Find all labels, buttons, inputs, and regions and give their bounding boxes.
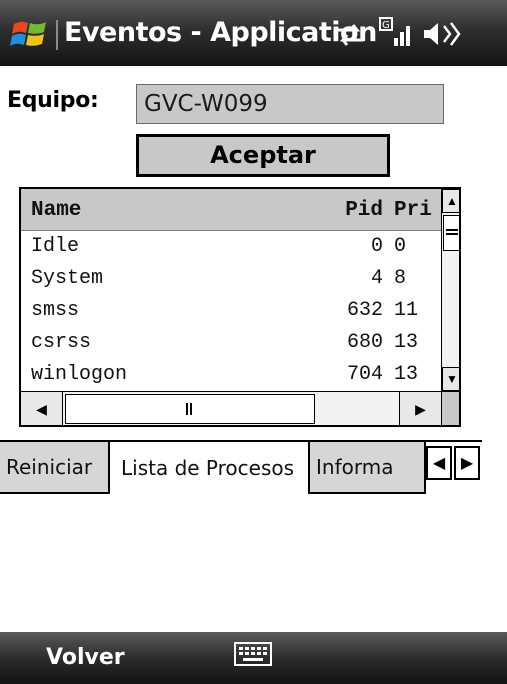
vertical-scrollbar[interactable]: ▲ ▼ — [441, 189, 459, 391]
process-name: csrss — [31, 331, 92, 354]
volver-softkey[interactable]: Volver — [46, 645, 125, 670]
process-pid: 4 — [370, 267, 383, 290]
table-row[interactable]: winlogon 704 13 — [21, 359, 441, 391]
column-header-name[interactable]: Name — [31, 199, 81, 222]
keyboard-icon[interactable] — [234, 642, 272, 666]
title-bar: Eventos - Application G — [0, 0, 507, 66]
scrollbar-corner — [441, 391, 459, 425]
column-header-pid[interactable]: Pid — [345, 199, 383, 222]
horizontal-scrollbar[interactable]: ◀ ▶ — [21, 391, 441, 425]
window-title: Eventos - Application — [64, 17, 377, 48]
process-pri: 0 — [394, 235, 407, 258]
scroll-up-icon[interactable]: ▲ — [442, 189, 459, 213]
column-header-pri[interactable]: Pri — [394, 199, 432, 222]
grip-lines-icon — [186, 403, 192, 415]
sync-arrows-icon[interactable] — [333, 22, 367, 48]
process-name: winlogon — [31, 363, 128, 386]
process-pri: 11 — [394, 299, 419, 322]
process-pri: 13 — [394, 331, 419, 354]
equipo-input[interactable]: GVC-W099 — [136, 84, 444, 124]
process-pri: 8 — [394, 267, 407, 290]
process-pid: 632 — [346, 299, 383, 322]
equipo-label: Equipo: — [7, 88, 99, 113]
table-row[interactable]: Idle 0 0 — [21, 231, 441, 263]
tab-prev-icon[interactable]: ◀ — [426, 446, 452, 480]
softkey-bar: Volver — [0, 632, 507, 684]
signal-strength-icon[interactable]: G — [378, 16, 414, 48]
scroll-right-icon[interactable]: ▶ — [399, 392, 441, 425]
process-name: Idle — [31, 235, 80, 258]
process-pid: 680 — [346, 331, 383, 354]
scroll-left-icon[interactable]: ◀ — [21, 392, 63, 425]
vertical-scroll-thumb[interactable] — [443, 215, 459, 251]
process-pri: 13 — [394, 363, 419, 386]
windows-start-icon[interactable] — [10, 14, 50, 54]
tab-informacion[interactable]: Informa — [310, 442, 426, 494]
svg-text:G: G — [382, 20, 390, 31]
grip-lines-icon — [445, 229, 458, 235]
title-separator — [56, 20, 58, 50]
table-row[interactable]: smss 632 11 — [21, 295, 441, 327]
horizontal-scroll-thumb[interactable] — [65, 394, 315, 424]
tab-reiniciar[interactable]: Reiniciar — [0, 442, 110, 494]
tab-next-icon[interactable]: ▶ — [454, 446, 480, 480]
tab-lista-de-procesos[interactable]: Lista de Procesos — [110, 442, 310, 494]
process-pid: 704 — [346, 363, 383, 386]
table-row[interactable]: csrss 680 13 — [21, 327, 441, 359]
process-pid: 0 — [370, 235, 383, 258]
list-header[interactable]: Name Pid Pri — [21, 189, 441, 231]
aceptar-button[interactable]: Aceptar — [136, 134, 390, 177]
process-list[interactable]: Name Pid Pri Idle 0 0 System 4 8 smss 63… — [19, 187, 461, 427]
volume-icon[interactable] — [420, 20, 462, 48]
process-name: System — [31, 267, 104, 290]
list-body: Idle 0 0 System 4 8 smss 632 11 csrss 68… — [21, 231, 441, 391]
table-row[interactable]: System 4 8 — [21, 263, 441, 295]
scroll-down-icon[interactable]: ▼ — [442, 367, 459, 391]
process-name: smss — [31, 299, 80, 322]
